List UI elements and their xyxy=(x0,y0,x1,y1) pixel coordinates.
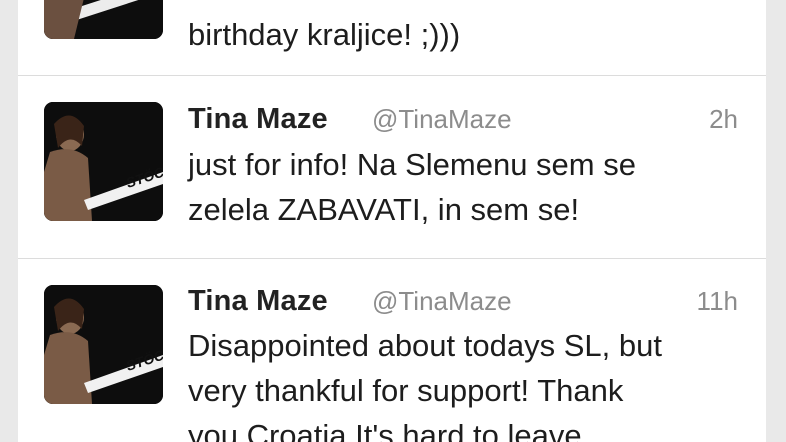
tweet-item[interactable]: birthday kraljice! ;))) xyxy=(18,0,766,76)
tweet-text: Disappointed about todays SL, but very t… xyxy=(188,323,742,442)
tweet-text-line: birthday kraljice! ;))) xyxy=(188,17,461,52)
profile-photo-icon: STÖCKLI xyxy=(44,102,163,221)
tweet-item[interactable]: STÖCKLI Tina Maze @TinaMaze 11h Disappoi… xyxy=(18,259,766,442)
tweet-text-line: very thankful for support! Thank xyxy=(188,373,624,408)
tweet-text: just for info! Na Slemenu sem se zelela … xyxy=(188,142,742,232)
profile-photo-icon xyxy=(44,0,163,39)
tweet-header: Tina Maze @TinaMaze 2h xyxy=(188,100,738,140)
timestamp: 11h xyxy=(696,286,738,316)
author-name[interactable]: Tina Maze xyxy=(188,282,328,320)
tweet-text-line: zelela ZABAVATI, in sem se! xyxy=(188,192,580,227)
author-name[interactable]: Tina Maze xyxy=(188,100,328,138)
tweet-header: Tina Maze @TinaMaze 11h xyxy=(188,282,738,322)
tweet-text-line: just for info! Na Slemenu sem se xyxy=(188,147,636,182)
tweet-text-line: Disappointed about todays SL, but xyxy=(188,328,662,363)
tweet-item[interactable]: STÖCKLI Tina Maze @TinaMaze 2h just for … xyxy=(18,76,766,259)
author-handle[interactable]: @TinaMaze xyxy=(372,282,512,320)
tweet-timeline: birthday kraljice! ;))) STÖCKLI Tina Maz… xyxy=(18,0,766,442)
avatar[interactable] xyxy=(44,0,163,39)
avatar[interactable]: STÖCKLI xyxy=(44,102,163,221)
tweet-text-line: you Croatia It's hard to leave xyxy=(188,418,582,442)
avatar[interactable]: STÖCKLI xyxy=(44,285,163,404)
tweet-text: birthday kraljice! ;))) xyxy=(188,12,742,57)
author-handle[interactable]: @TinaMaze xyxy=(372,100,512,138)
timestamp: 2h xyxy=(709,104,738,134)
profile-photo-icon: STÖCKLI xyxy=(44,285,163,404)
